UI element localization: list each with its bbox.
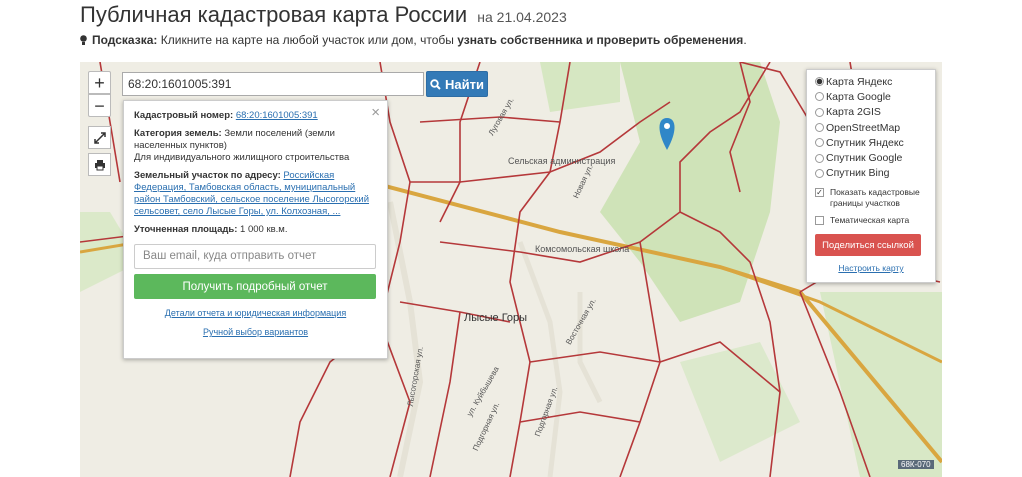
search-icon: [430, 78, 441, 90]
setup-map-link[interactable]: Настроить карту: [815, 263, 927, 273]
layer-option[interactable]: Спутник Bing: [815, 166, 927, 181]
layer-option-label: OpenStreetMap: [826, 121, 901, 134]
road-number-badge: 68К-070: [898, 460, 934, 469]
area-row: Уточненная площадь: 1 000 кв.м.: [134, 224, 377, 236]
layer-radio[interactable]: [815, 138, 824, 148]
layer-option-label: Карта 2GIS: [826, 106, 881, 119]
show-boundaries-checkbox[interactable]: ✓: [815, 188, 824, 198]
village-label: Лысые Горы: [464, 312, 528, 324]
land-category-label: Категория земель:: [134, 128, 222, 139]
layer-radio[interactable]: [815, 107, 824, 117]
get-report-button[interactable]: Получить подробный отчет: [134, 274, 376, 299]
share-link-button[interactable]: Поделиться ссылкой: [815, 234, 921, 257]
layer-option[interactable]: Спутник Google: [815, 150, 927, 165]
address-row: Земельный участок по адресу: Российская …: [134, 170, 377, 218]
hint-bold: узнать собственника и проверить обремене…: [457, 33, 744, 47]
thematic-map-checkbox[interactable]: [815, 216, 824, 226]
layer-radio[interactable]: [815, 168, 824, 178]
cadastral-number-row: Кадастровый номер: 68:20:1601005:391: [134, 110, 377, 122]
layer-option[interactable]: Карта Google: [815, 89, 927, 104]
cadastral-number-label: Кадастровый номер:: [134, 110, 234, 121]
print-button[interactable]: [88, 153, 111, 176]
area-label: Уточненная площадь:: [134, 224, 238, 235]
admin-label: Сельская администрация: [508, 156, 616, 166]
search-button-label: Найти: [445, 76, 484, 92]
cadastral-number-link[interactable]: 68:20:1601005:391: [236, 110, 318, 121]
hint-line: Подсказка: Кликните на карте на любой уч…: [80, 33, 747, 47]
hint-label: Подсказка:: [92, 33, 158, 47]
page-date: на 21.04.2023: [477, 9, 567, 25]
thematic-map-option[interactable]: Тематическая карта: [815, 215, 927, 226]
layer-radio[interactable]: [815, 123, 824, 133]
layer-list: Карта Яндекс Карта Google Карта 2GIS OpenSt…: [815, 74, 927, 181]
layer-option-label: Спутник Яндекс: [826, 136, 904, 149]
layer-option-label: Спутник Bing: [826, 167, 890, 180]
lightbulb-icon: [80, 35, 87, 45]
page-title: Публичная кадастровая карта России на 21…: [80, 2, 567, 28]
layer-option[interactable]: OpenStreetMap: [815, 120, 927, 135]
show-boundaries-label: Показать кадастровые границы участков: [830, 187, 920, 209]
expand-icon: [93, 131, 106, 144]
address-label: Земельный участок по адресу:: [134, 170, 281, 181]
printer-icon: [94, 159, 105, 170]
search-button[interactable]: Найти: [426, 71, 488, 97]
layer-option[interactable]: Спутник Яндекс: [815, 135, 927, 150]
hint-text: Кликните на карте на любой участок или д…: [160, 33, 454, 47]
area-value: 1 000 кв.м.: [240, 224, 288, 235]
layer-option-label: Карта Яндекс: [826, 75, 893, 88]
show-boundaries-option[interactable]: ✓ Показать кадастровые границы участков: [815, 187, 927, 209]
map-layers-panel: Карта Яндекс Карта Google Карта 2GIS OpenSt…: [806, 69, 936, 283]
details-link-wrap: Детали отчета и юридическая информация: [134, 308, 377, 318]
land-category-row: Категория земель: Земли поселений (земли…: [134, 128, 377, 164]
page-title-text: Публичная кадастровая карта России: [80, 2, 468, 27]
land-usage-value: Для индивидуального жилищного строительс…: [134, 152, 350, 163]
layer-option[interactable]: Карта Яндекс: [815, 74, 927, 89]
layer-option-label: Карта Google: [826, 90, 891, 103]
manual-link-wrap: Ручной выбор вариантов: [134, 327, 377, 337]
layer-radio[interactable]: [815, 77, 824, 87]
thematic-map-label: Тематическая карта: [830, 215, 910, 226]
close-icon[interactable]: ×: [371, 104, 380, 121]
report-details-link[interactable]: Детали отчета и юридическая информация: [165, 308, 346, 318]
school-label: Комсомольская школа: [535, 244, 630, 254]
layer-radio[interactable]: [815, 92, 824, 102]
manual-selection-link[interactable]: Ручной выбор вариантов: [203, 327, 308, 337]
layer-option[interactable]: Карта 2GIS: [815, 105, 927, 120]
fullscreen-button[interactable]: [88, 126, 111, 149]
hint-end: .: [743, 33, 747, 47]
zoom-out-button[interactable]: −: [88, 94, 111, 117]
parcel-info-popup: × Кадастровый номер: 68:20:1601005:391 К…: [123, 100, 388, 359]
layer-option-label: Спутник Google: [826, 152, 903, 165]
email-field[interactable]: Ваш email, куда отправить отчет: [134, 244, 376, 269]
cadastral-search-input[interactable]: [122, 72, 424, 96]
zoom-in-button[interactable]: +: [88, 71, 111, 94]
layer-radio[interactable]: [815, 153, 824, 163]
